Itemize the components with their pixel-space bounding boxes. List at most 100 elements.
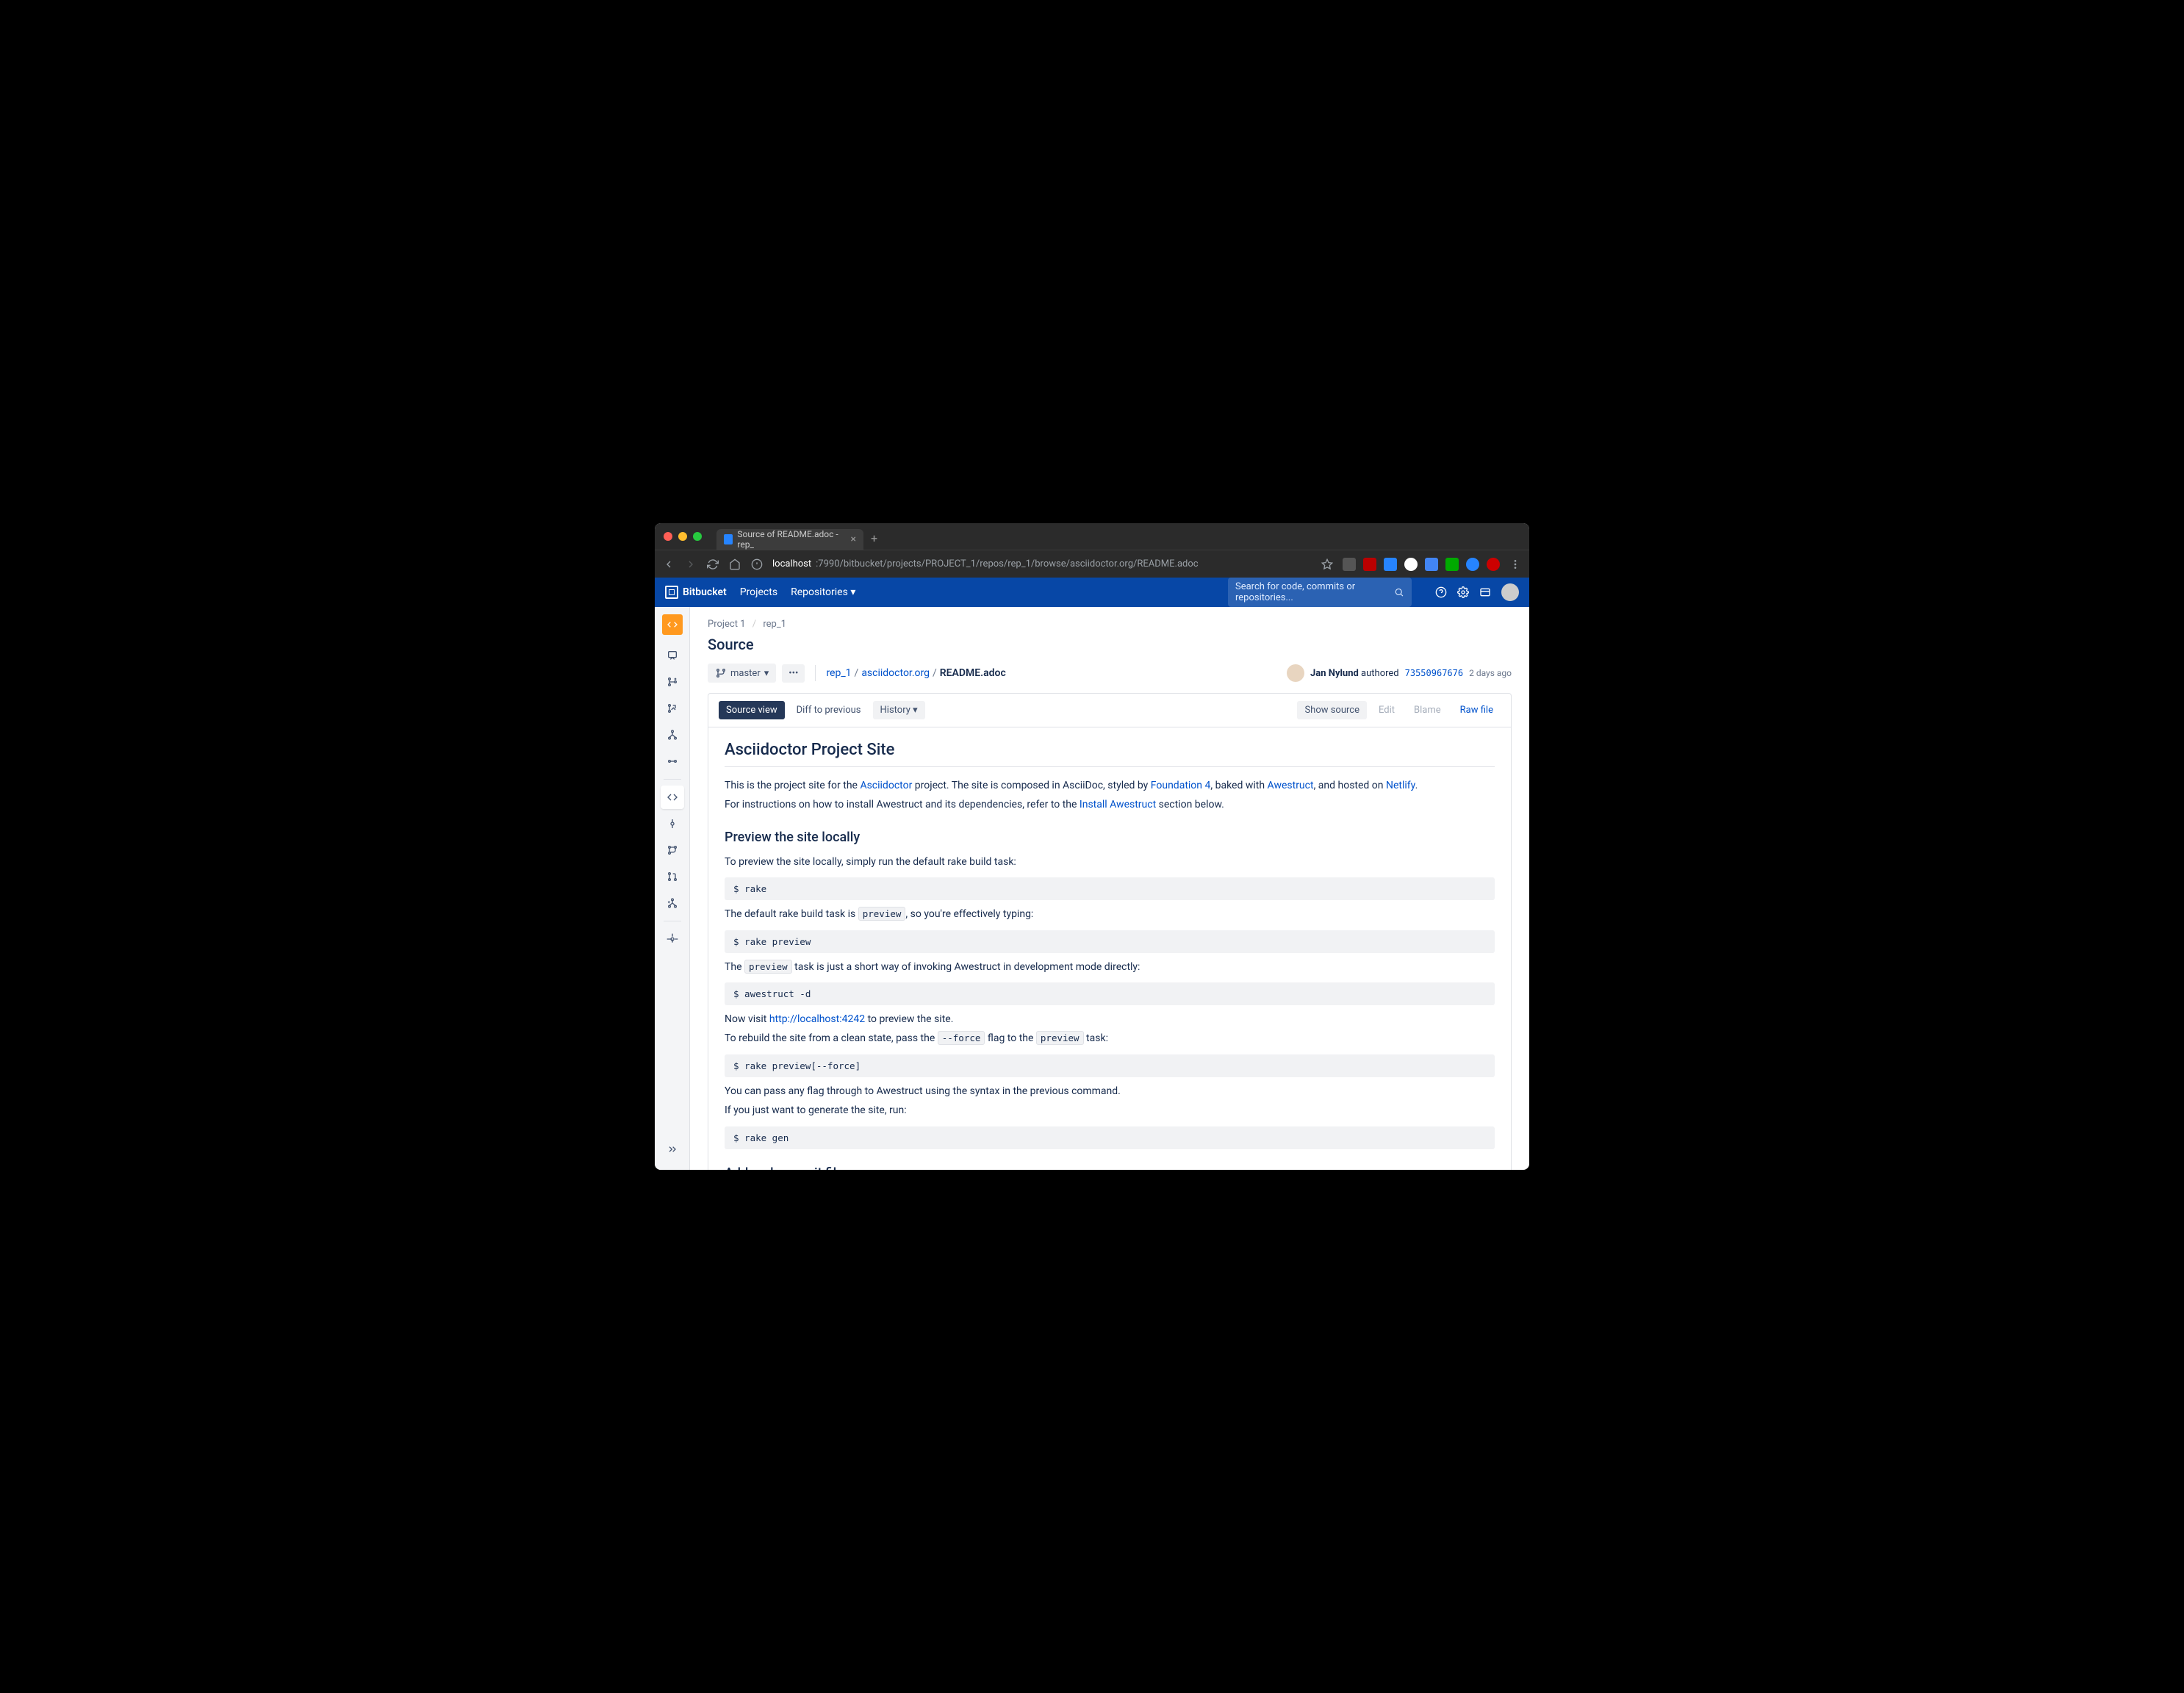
search-input[interactable]: Search for code, commits or repositories… xyxy=(1228,578,1412,607)
address-bar[interactable]: localhost:7990/bitbucket/projects/PROJEC… xyxy=(772,558,1312,569)
link-netlify[interactable]: Netlify xyxy=(1386,780,1415,791)
inline-code: preview xyxy=(744,960,792,974)
history-dropdown[interactable]: History ▾ xyxy=(873,701,925,719)
chevron-down-icon: ▾ xyxy=(764,668,769,679)
code-block: $ rake xyxy=(725,877,1495,900)
para: To preview the site locally, simply run … xyxy=(725,854,1495,870)
diff-tab[interactable]: Diff to previous xyxy=(789,701,869,719)
sidebar-pr-create[interactable] xyxy=(661,697,684,720)
file-view-toolbar: Source view Diff to previous History ▾ S… xyxy=(708,694,1511,727)
logo-text: Bitbucket xyxy=(683,586,727,598)
star-icon[interactable] xyxy=(1321,558,1334,571)
path-dir[interactable]: asciidoctor.org xyxy=(861,667,930,679)
sidebar-repo-settings[interactable] xyxy=(661,927,684,951)
breadcrumb: Project 1 / rep_1 xyxy=(708,619,1512,630)
extension-icon[interactable] xyxy=(1466,558,1479,571)
tab-title: Source of README.adoc - rep_ xyxy=(737,529,843,550)
sidebar-fork[interactable] xyxy=(661,723,684,747)
content: Project 1 / rep_1 Source master ▾ ••• re… xyxy=(690,607,1529,1170)
branch-icon xyxy=(715,667,727,679)
maximize-window-button[interactable] xyxy=(693,532,702,541)
page-title: Source xyxy=(708,636,1512,653)
browser-toolbar: localhost:7990/bitbucket/projects/PROJEC… xyxy=(655,550,1529,578)
project-icon[interactable] xyxy=(662,614,683,635)
sidebar-commits[interactable] xyxy=(661,812,684,835)
crumb-project[interactable]: Project 1 xyxy=(708,619,746,630)
section-preview: Preview the site locally xyxy=(725,830,1495,845)
bitbucket-icon xyxy=(665,586,678,599)
close-tab-icon[interactable]: × xyxy=(851,533,856,545)
author-info: Jan Nylund authored 73550967676 2 days a… xyxy=(1287,664,1512,682)
section-commit: Add and commit files xyxy=(725,1165,1495,1170)
extension-icon[interactable] xyxy=(1343,558,1356,571)
minimize-window-button[interactable] xyxy=(678,532,687,541)
para: You can pass any flag through to Awestru… xyxy=(725,1083,1495,1099)
user-avatar[interactable] xyxy=(1501,583,1519,601)
link-localhost[interactable]: http://localhost:4242 xyxy=(769,1013,865,1025)
site-info-icon[interactable] xyxy=(750,558,764,571)
sidebar-branches[interactable] xyxy=(661,838,684,862)
edit-button: Edit xyxy=(1371,701,1402,719)
crumb-repo[interactable]: rep_1 xyxy=(763,619,786,630)
sidebar-branch-create[interactable] xyxy=(661,670,684,694)
author-verb: authored xyxy=(1361,668,1399,679)
back-button[interactable] xyxy=(662,558,675,571)
para: The default rake build task is preview, … xyxy=(725,906,1495,922)
commit-time: 2 days ago xyxy=(1469,668,1512,678)
author-name: Jan Nylund xyxy=(1310,668,1359,679)
commit-hash[interactable]: 73550967676 xyxy=(1405,668,1463,678)
settings-icon[interactable] xyxy=(1457,586,1469,598)
raw-file-link[interactable]: Raw file xyxy=(1453,701,1501,719)
close-window-button[interactable] xyxy=(664,532,672,541)
forward-button[interactable] xyxy=(684,558,697,571)
search-placeholder: Search for code, commits or repositories… xyxy=(1235,581,1388,603)
more-actions-button[interactable]: ••• xyxy=(782,664,805,683)
code-block: $ awestruct -d xyxy=(725,982,1495,1005)
sidebar-pull-requests[interactable] xyxy=(661,865,684,888)
path-repo[interactable]: rep_1 xyxy=(826,667,851,679)
extension-icon[interactable] xyxy=(1404,558,1418,571)
extension-icon[interactable] xyxy=(1384,558,1397,571)
nav-projects[interactable]: Projects xyxy=(740,586,777,598)
separator xyxy=(664,779,681,780)
para: If you just want to generate the site, r… xyxy=(725,1102,1495,1118)
sidebar-clone[interactable] xyxy=(661,644,684,667)
para: To rebuild the site from a clean state, … xyxy=(725,1030,1495,1046)
extension-icons xyxy=(1343,558,1500,571)
extension-icon[interactable] xyxy=(1445,558,1459,571)
divider xyxy=(815,665,816,681)
inline-code: --force xyxy=(938,1031,985,1045)
sidebar-source[interactable] xyxy=(661,786,684,809)
browser-tab[interactable]: Source of README.adoc - rep_ × xyxy=(716,529,863,550)
help-icon[interactable] xyxy=(1435,586,1447,598)
reload-button[interactable] xyxy=(706,558,719,571)
new-tab-button[interactable]: + xyxy=(871,531,877,545)
inbox-icon[interactable] xyxy=(1479,586,1491,598)
titlebar: Source of README.adoc - rep_ × + xyxy=(655,523,1529,550)
extension-icon[interactable] xyxy=(1363,558,1376,571)
bitbucket-logo[interactable]: Bitbucket xyxy=(665,586,727,599)
sidebar-compare[interactable] xyxy=(661,750,684,773)
author-avatar[interactable] xyxy=(1287,664,1304,682)
primary-nav: Projects Repositories ▾ xyxy=(740,586,856,598)
link-foundation[interactable]: Foundation 4 xyxy=(1151,780,1211,791)
link-awestruct[interactable]: Awestruct xyxy=(1268,780,1314,791)
home-button[interactable] xyxy=(728,558,741,571)
link-asciidoctor[interactable]: Asciidoctor xyxy=(860,780,912,791)
source-view-tab[interactable]: Source view xyxy=(719,701,785,719)
browser-menu-icon[interactable] xyxy=(1509,558,1522,571)
nav-repositories[interactable]: Repositories ▾ xyxy=(791,586,855,598)
expand-sidebar-button[interactable] xyxy=(661,1137,684,1161)
extension-icon[interactable] xyxy=(1425,558,1438,571)
inline-code: preview xyxy=(858,907,906,921)
main: Project 1 / rep_1 Source master ▾ ••• re… xyxy=(655,607,1529,1170)
code-block: $ rake preview[--force] xyxy=(725,1054,1495,1077)
branch-selector[interactable]: master ▾ xyxy=(708,664,776,683)
extension-icon[interactable] xyxy=(1487,558,1500,571)
file-toolbar: master ▾ ••• rep_1/asciidoctor.org/READM… xyxy=(708,664,1512,683)
sidebar-forks[interactable] xyxy=(661,891,684,915)
rendered-content: Asciidoctor Project Site This is the pro… xyxy=(708,727,1511,1170)
show-source-button[interactable]: Show source xyxy=(1297,701,1367,719)
doc-title: Asciidoctor Project Site xyxy=(725,741,1495,767)
link-install-awestruct[interactable]: Install Awestruct xyxy=(1080,799,1156,810)
